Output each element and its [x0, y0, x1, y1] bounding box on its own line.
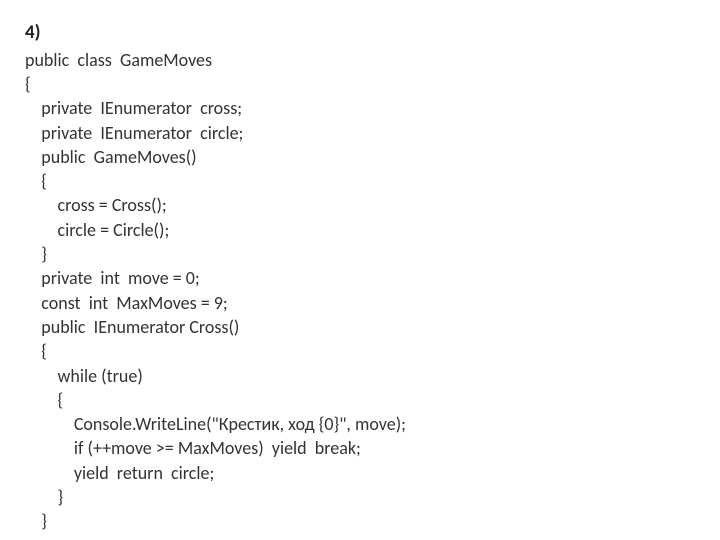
code-line: {: [25, 339, 695, 363]
code-line: Console.WriteLine("Крестик, ход {0}", mo…: [25, 412, 695, 436]
code-line: yield return circle;: [25, 461, 695, 485]
code-line: }: [25, 242, 695, 266]
code-line: private IEnumerator circle;: [25, 121, 695, 145]
code-line: while (true): [25, 364, 695, 388]
code-line: }: [25, 509, 695, 533]
code-line: {: [25, 388, 695, 412]
code-line: public class GameMoves: [25, 48, 695, 72]
code-line: if (++move >= MaxMoves) yield break;: [25, 436, 695, 460]
code-line: }: [25, 485, 695, 509]
code-line: {: [25, 169, 695, 193]
code-line: const int MaxMoves = 9;: [25, 291, 695, 315]
code-line: public GameMoves(): [25, 145, 695, 169]
section-heading: 4): [25, 20, 695, 46]
code-line: circle = Circle();: [25, 218, 695, 242]
code-line: public IEnumerator Cross(): [25, 315, 695, 339]
code-line: private IEnumerator cross;: [25, 96, 695, 120]
code-line: {: [25, 72, 695, 96]
code-line: cross = Cross();: [25, 193, 695, 217]
code-line: private int move = 0;: [25, 266, 695, 290]
